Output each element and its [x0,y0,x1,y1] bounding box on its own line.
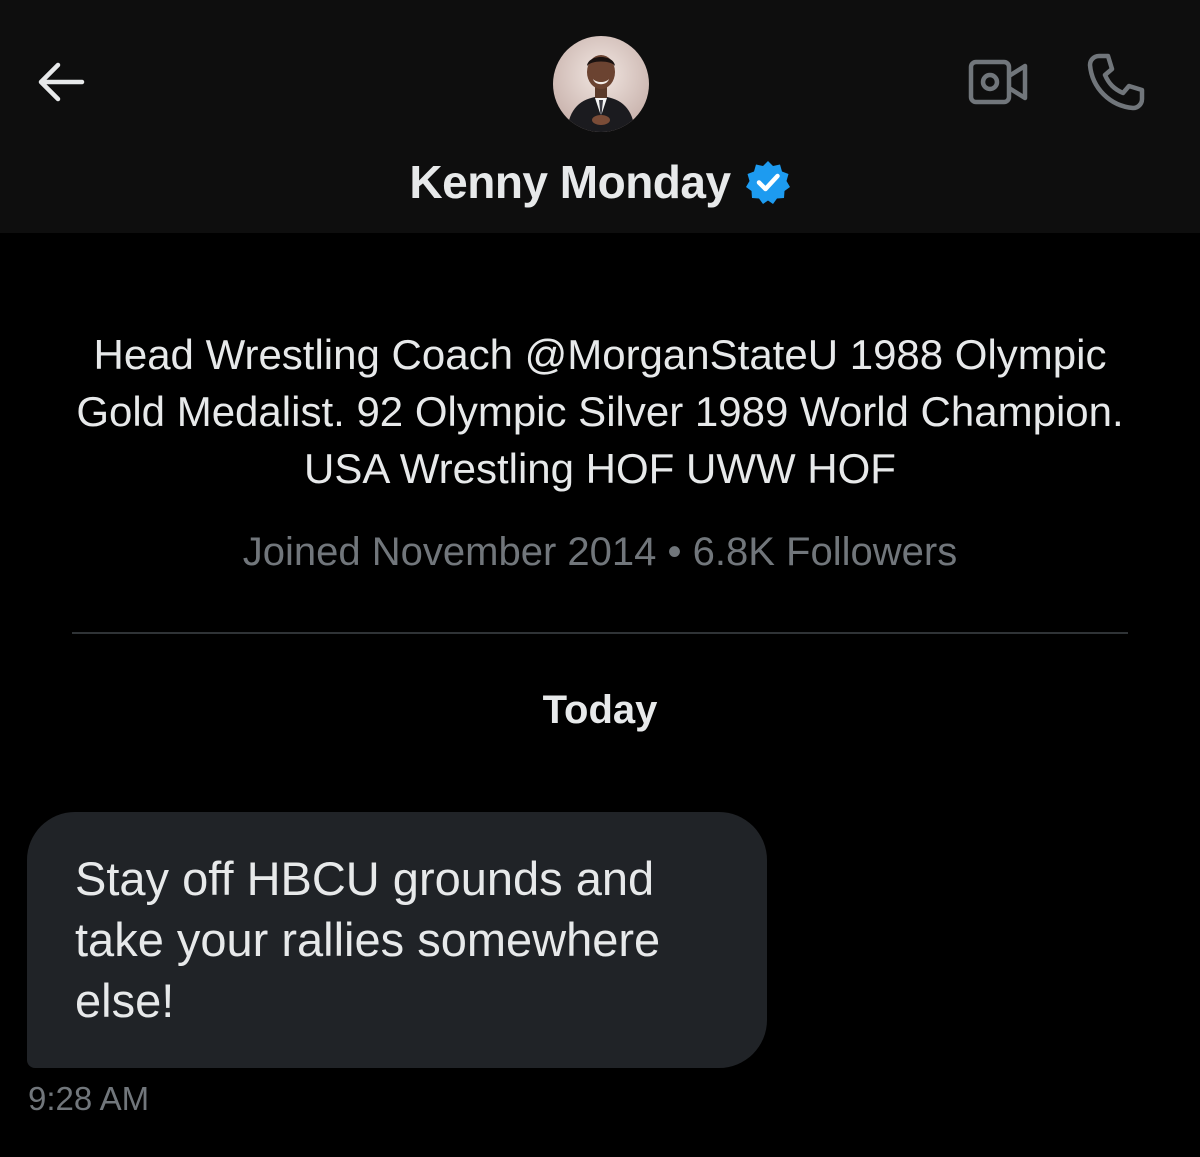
date-separator: Today [542,688,658,732]
avatar[interactable] [553,36,649,132]
message-text: Stay off HBCU grounds and take your rall… [75,852,661,1027]
divider [72,632,1128,634]
meta-separator: • [667,530,682,574]
back-button[interactable] [26,50,94,114]
message-timestamp: 9:28 AM [28,1080,150,1117]
profile-photo [553,36,649,132]
arrow-left-icon [38,62,85,102]
contact-name-row[interactable]: Kenny Monday [0,150,1200,214]
video-camera-icon [968,59,1028,105]
profile-bio: Head Wrestling Coach @MorganStateU 1988 … [76,331,1124,492]
message-bubble[interactable]: Stay off HBCU grounds and take your rall… [27,812,767,1068]
video-call-button[interactable] [958,50,1038,114]
joined-date: Joined November 2014 [242,530,657,574]
contact-name: Kenny Monday [409,156,731,208]
profile-meta: Joined November 2014 • 6.8K Followers [0,530,1200,575]
followers-count[interactable]: 6.8K Followers [693,530,958,574]
phone-icon [1087,53,1145,111]
voice-call-button[interactable] [1078,46,1154,118]
verified-badge-icon [745,159,791,205]
conversation-header: Kenny Monday [0,0,1200,233]
